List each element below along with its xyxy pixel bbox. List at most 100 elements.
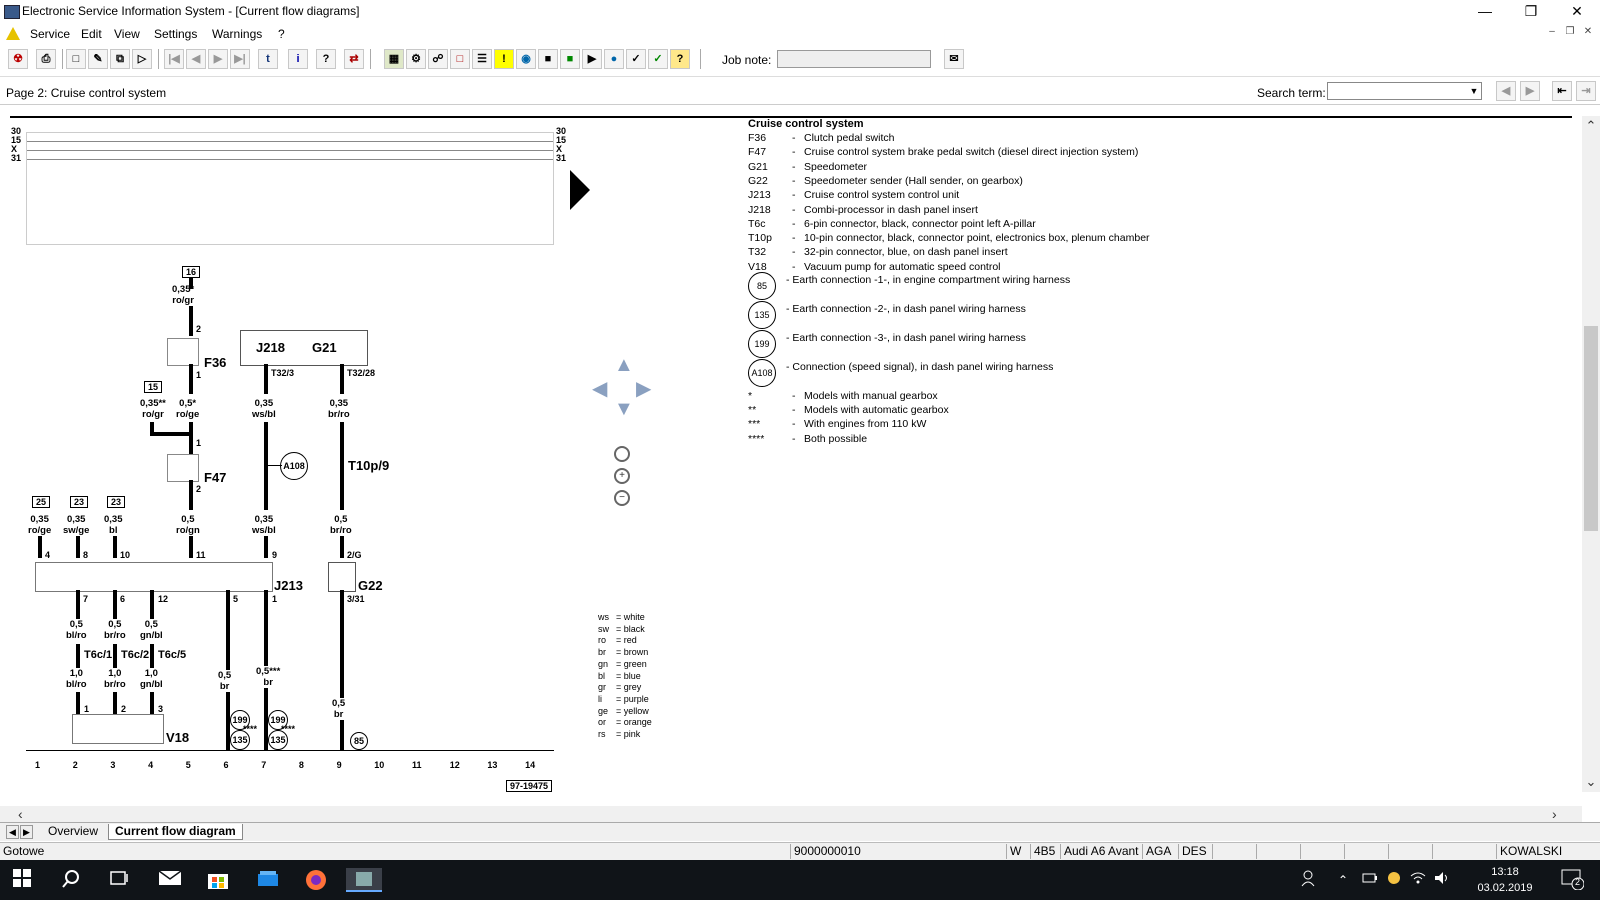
wiring-icon[interactable]: ■ (538, 49, 558, 69)
print-icon[interactable]: ⎙ (36, 49, 56, 69)
earth-symbol: 135 (748, 301, 776, 329)
minimize-button[interactable]: — (1462, 0, 1508, 24)
book-icon[interactable]: □ (450, 49, 470, 69)
switch-icon[interactable]: ⇄ (344, 49, 364, 69)
engine-icon[interactable]: ⚙ (406, 49, 426, 69)
connection-A108: A108 (280, 452, 308, 480)
colour-code: gr = grey (598, 682, 642, 693)
weather-icon[interactable] (1384, 868, 1408, 892)
search-taskbar-icon[interactable] (60, 868, 84, 892)
search-input[interactable]: ▼ (1327, 82, 1482, 100)
scroll-left-icon[interactable]: ‹ (18, 806, 23, 822)
search-prev-icon[interactable]: ◀ (1496, 81, 1516, 101)
legend-item: T10p -10-pin connector, black, connector … (748, 232, 1150, 245)
mdi-restore-button[interactable]: ❐ (1561, 26, 1579, 37)
restore-button[interactable]: ❐ (1508, 0, 1554, 24)
pan-right-icon[interactable]: ▶ (636, 376, 651, 401)
next-page-icon[interactable]: ▶ (208, 49, 228, 69)
scroll-down-icon[interactable]: ⌄ (1582, 774, 1600, 790)
search-dropdown-icon[interactable]: ▼ (1467, 83, 1481, 99)
tab-current-flow-diagram[interactable]: Current flow diagram (108, 824, 243, 840)
menu-help[interactable]: ? (278, 27, 285, 41)
info-icon[interactable]: i (288, 49, 308, 69)
green-book-icon[interactable]: ■ (560, 49, 580, 69)
gearbox-icon[interactable]: ☍ (428, 49, 448, 69)
search-next-icon[interactable]: ▶ (1520, 81, 1540, 101)
track-number: 6 (223, 760, 229, 770)
elsa-app-icon[interactable] (346, 868, 382, 892)
windows-start-icon[interactable] (12, 868, 36, 892)
tab-prev-icon[interactable]: ◀ (6, 825, 19, 839)
horizontal-scrollbar[interactable]: ‹ › (0, 806, 1582, 822)
job-note-label: Job note: (722, 53, 772, 67)
menu-settings[interactable]: Settings (154, 27, 197, 41)
list-icon[interactable]: ☰ (472, 49, 492, 69)
new-document-icon[interactable]: □ (66, 49, 86, 69)
legend-code: J218 (748, 203, 771, 216)
pan-left-icon[interactable]: ◀ (592, 376, 607, 401)
tray-chevron-icon[interactable]: ⌃ (1338, 868, 1362, 892)
notification-center-icon[interactable]: 2 (1560, 868, 1585, 892)
battery-icon[interactable] (1360, 868, 1384, 892)
previous-page-icon[interactable]: ◀ (186, 49, 206, 69)
tab-next-icon[interactable]: ▶ (20, 825, 33, 839)
help-icon[interactable]: ? (316, 49, 336, 69)
exit-icon[interactable]: ☢ (8, 49, 28, 69)
collapse-icon[interactable]: ⇤ (1552, 81, 1572, 101)
menu-service[interactable]: Service (30, 27, 70, 41)
scroll-up-icon[interactable]: ⌃ (1582, 118, 1600, 134)
pan-down-icon[interactable]: ▼ (614, 398, 634, 421)
close-button[interactable]: ✕ (1554, 0, 1600, 24)
tip-icon[interactable]: ? (670, 49, 690, 69)
back-icon[interactable]: t (258, 49, 278, 69)
copy-icon[interactable]: ⧉ (110, 49, 130, 69)
colour-code: or = orange (598, 717, 652, 728)
track-number: 2 (72, 760, 78, 770)
menu-edit[interactable]: Edit (81, 27, 102, 41)
zoom-out-icon[interactable]: − (614, 490, 630, 506)
person-icon[interactable]: ● (604, 49, 624, 69)
mdi-minimize-button[interactable]: – (1543, 26, 1561, 37)
next-page-arrow-icon[interactable] (570, 170, 590, 210)
tab-overview[interactable]: Overview (42, 824, 104, 839)
edit-document-icon[interactable]: ✎ (88, 49, 108, 69)
checklist-icon[interactable]: ✓ (626, 49, 646, 69)
zoom-fit-icon[interactable] (614, 446, 630, 462)
menu-warnings[interactable]: Warnings (212, 27, 262, 41)
firefox-icon[interactable] (304, 868, 328, 892)
car-icon[interactable]: ▶ (582, 49, 602, 69)
zoom-in-icon[interactable]: + (614, 468, 630, 484)
clock[interactable]: 13:18 03.02.2019 (1470, 864, 1540, 896)
scroll-right-icon[interactable]: › (1552, 806, 1557, 822)
mdi-close-button[interactable]: ✕ (1579, 26, 1597, 37)
vehicle-icon[interactable]: ▷ (132, 49, 152, 69)
legend-text: 32-pin connector, blue, on dash panel in… (804, 246, 1008, 259)
globe-icon[interactable]: ◉ (516, 49, 536, 69)
store-icon[interactable] (206, 868, 230, 892)
pan-up-icon[interactable]: ▲ (614, 354, 634, 377)
menu-view[interactable]: View (114, 27, 140, 41)
people-icon[interactable] (1300, 868, 1324, 892)
status-ready: Gotowe (3, 844, 45, 858)
wifi-icon[interactable] (1408, 868, 1432, 892)
track-number: 13 (487, 760, 498, 770)
explorer-app-icon[interactable] (256, 868, 280, 892)
legend-item: F47- Cruise control system brake pedal sw… (748, 146, 1139, 159)
legend-item: G22- Speedometer sender (Hall sender, on … (748, 174, 1023, 187)
track-number: 1 (35, 760, 41, 770)
job-note-input[interactable] (777, 50, 931, 68)
first-page-icon[interactable]: |◀ (164, 49, 184, 69)
last-page-icon[interactable]: ▶| (230, 49, 250, 69)
vertical-scrollbar[interactable]: ⌃ ⌄ (1582, 116, 1600, 792)
mail-icon[interactable] (158, 868, 182, 892)
vertical-scroll-thumb[interactable] (1584, 326, 1598, 531)
task-view-icon[interactable] (108, 868, 132, 892)
manual-icon[interactable]: ▦ (384, 49, 404, 69)
job-note-button[interactable]: ✉ (944, 49, 964, 69)
expand-icon[interactable]: ⇥ (1576, 81, 1596, 101)
volume-icon[interactable] (1432, 868, 1456, 892)
legend-item: V18- Vacuum pump for automatic speed cont… (748, 260, 1001, 273)
warning-toolbar-icon[interactable]: ! (494, 49, 514, 69)
diagnostics-icon[interactable]: ✓ (648, 49, 668, 69)
colour-code: ge = yellow (598, 705, 649, 716)
